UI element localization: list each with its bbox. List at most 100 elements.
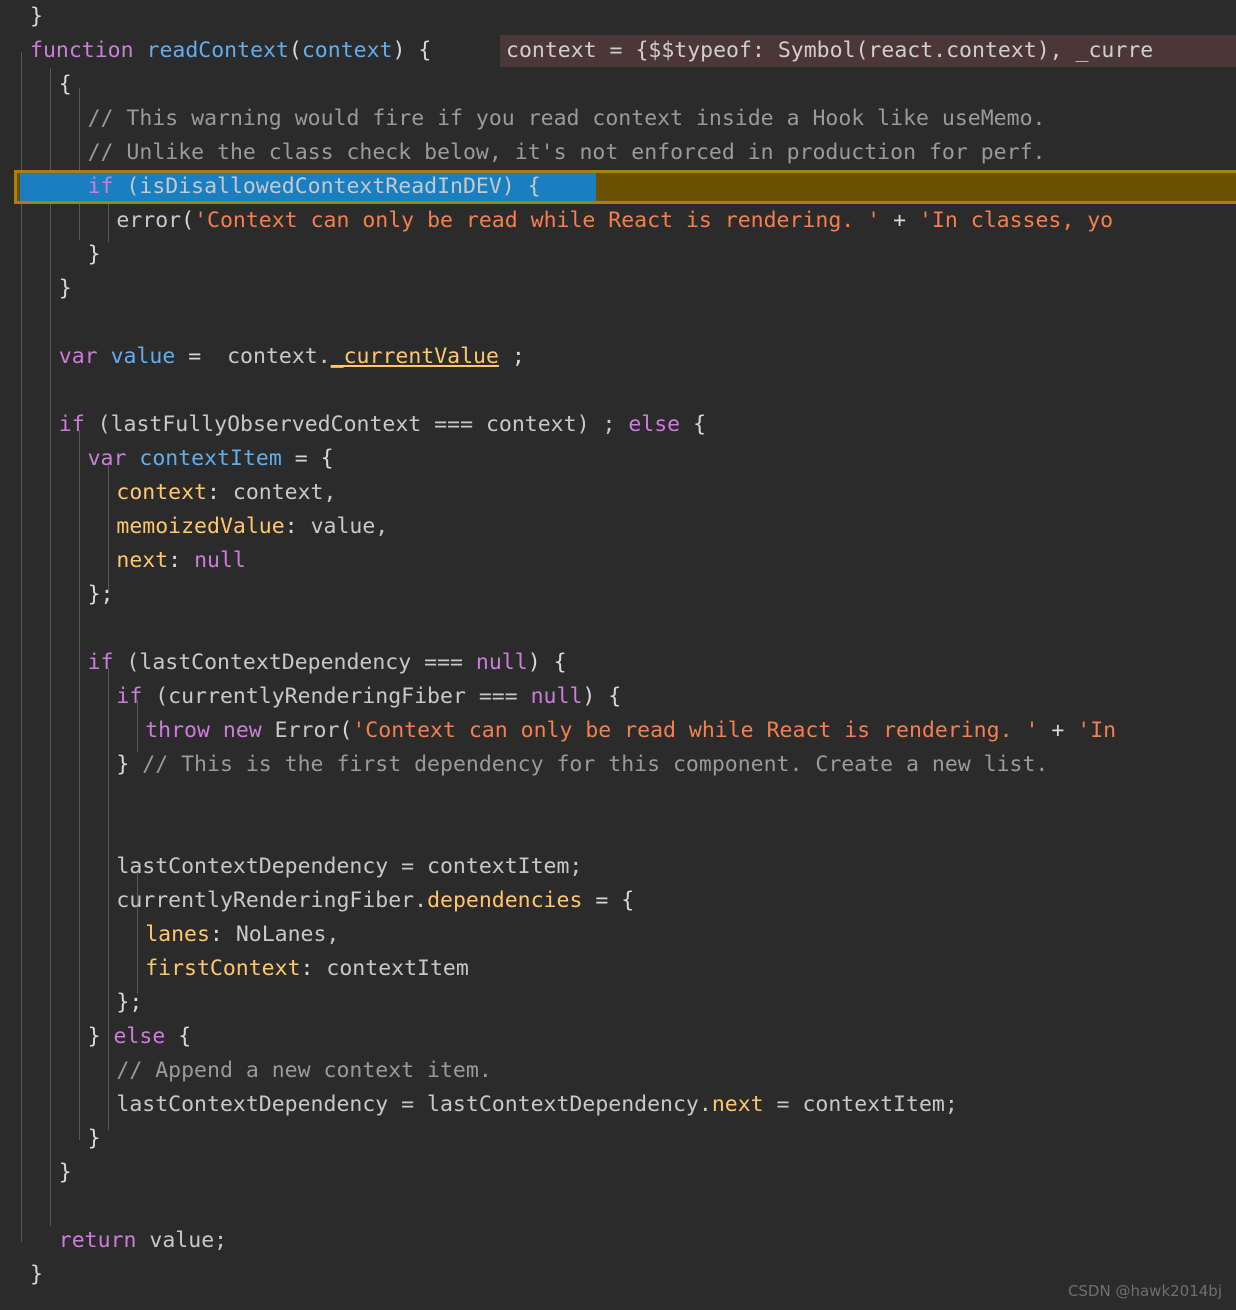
code-line[interactable]: if (isDisallowedContextReadInDEV) { bbox=[0, 170, 1236, 204]
code-token: context, bbox=[232, 480, 337, 505]
code-token: } bbox=[30, 1262, 43, 1287]
code-content[interactable]: } function readContext(context) {{// This… bbox=[0, 0, 1236, 1310]
code-token: next bbox=[116, 548, 169, 573]
code-line[interactable] bbox=[0, 612, 1236, 646]
code-token: } bbox=[87, 1024, 114, 1049]
code-token: (currentlyRenderingFiber === bbox=[142, 684, 531, 709]
code-token: 'Context can only be read while React is… bbox=[352, 718, 1039, 743]
code-token: value; bbox=[149, 1228, 228, 1253]
code-line[interactable]: { bbox=[0, 68, 1236, 102]
code-line[interactable]: } bbox=[0, 1156, 1236, 1190]
code-line[interactable]: if (lastContextDependency === null) { bbox=[0, 646, 1236, 680]
code-token: NoLanes, bbox=[235, 922, 340, 947]
code-line[interactable]: } else { bbox=[0, 1020, 1236, 1054]
code-line[interactable]: }; bbox=[0, 986, 1236, 1020]
code-token: contextItem bbox=[139, 446, 282, 471]
code-token: else bbox=[113, 1024, 166, 1049]
code-token: + bbox=[1038, 718, 1078, 743]
code-token: currentlyRenderingFiber. bbox=[116, 888, 428, 913]
code-token: value, bbox=[310, 514, 389, 539]
code-token: 'Context can only be read while React is… bbox=[194, 208, 881, 233]
code-token: } bbox=[30, 4, 43, 29]
code-token: error bbox=[116, 208, 182, 233]
code-token: 'In classes, yo bbox=[918, 208, 1114, 233]
code-token: null bbox=[530, 684, 583, 709]
code-line[interactable]: lastContextDependency = contextItem; bbox=[0, 850, 1236, 884]
code-line[interactable] bbox=[0, 816, 1236, 850]
code-token: lanes bbox=[145, 922, 210, 947]
code-token: readContext bbox=[146, 38, 289, 63]
code-line[interactable]: firstContext: contextItem bbox=[0, 952, 1236, 986]
code-line[interactable]: lanes: NoLanes, bbox=[0, 918, 1236, 952]
code-line[interactable]: error('Context can only be read while Re… bbox=[0, 204, 1236, 238]
code-token: firstContext bbox=[145, 956, 301, 981]
code-token: 'In bbox=[1077, 718, 1117, 743]
code-token: = { bbox=[281, 446, 334, 471]
code-line[interactable]: memoizedValue: value, bbox=[0, 510, 1236, 544]
code-token: { bbox=[58, 72, 72, 97]
code-line[interactable] bbox=[0, 782, 1236, 816]
code-line[interactable]: } bbox=[0, 1122, 1236, 1156]
code-token: ) { bbox=[582, 684, 622, 709]
code-token: return bbox=[58, 1228, 137, 1253]
code-token: + bbox=[880, 208, 919, 233]
code-token: : bbox=[284, 514, 311, 539]
code-line[interactable]: // Append a new context item. bbox=[0, 1054, 1236, 1088]
code-token: // Unlike the class check below, it's no… bbox=[87, 140, 1046, 165]
code-line[interactable]: } bbox=[0, 272, 1236, 306]
code-line[interactable]: } bbox=[0, 0, 1236, 34]
code-token: }; bbox=[87, 582, 114, 607]
code-line[interactable]: context: context, bbox=[0, 476, 1236, 510]
code-token: } bbox=[87, 1126, 101, 1151]
code-line[interactable]: var value = context._currentValue ; bbox=[0, 340, 1236, 374]
code-token: // This is the first dependency for this… bbox=[142, 752, 1049, 777]
code-token: context bbox=[116, 480, 207, 505]
code-line[interactable]: }; bbox=[0, 578, 1236, 612]
code-token: (lastContextDependency === bbox=[113, 650, 476, 675]
code-token: { bbox=[680, 412, 707, 437]
code-line[interactable]: // This warning would fire if you read c… bbox=[0, 102, 1236, 136]
code-line[interactable]: if (currentlyRenderingFiber === null) { bbox=[0, 680, 1236, 714]
code-line[interactable] bbox=[0, 374, 1236, 408]
code-line[interactable]: } bbox=[0, 238, 1236, 272]
code-line[interactable]: // Unlike the class check below, it's no… bbox=[0, 136, 1236, 170]
code-token: : bbox=[209, 922, 236, 947]
code-token: memoizedValue bbox=[116, 514, 285, 539]
code-token: if bbox=[58, 412, 85, 437]
code-token: = contextItem; bbox=[763, 1092, 958, 1117]
code-token: ) { bbox=[527, 650, 567, 675]
code-line[interactable]: } bbox=[0, 1258, 1236, 1292]
code-line[interactable]: } // This is the first dependency for th… bbox=[0, 748, 1236, 782]
code-token: if bbox=[87, 650, 114, 675]
code-token: } bbox=[87, 242, 101, 267]
code-token: }; bbox=[116, 990, 143, 1015]
code-token: ) { bbox=[392, 38, 432, 63]
code-line[interactable]: return value; bbox=[0, 1224, 1236, 1258]
code-token: var bbox=[58, 344, 98, 369]
code-line[interactable] bbox=[0, 1190, 1236, 1224]
code-line[interactable]: lastContextDependency = lastContextDepen… bbox=[0, 1088, 1236, 1122]
code-editor-viewport[interactable]: } function readContext(context) {{// This… bbox=[0, 0, 1236, 1310]
inline-debug-value-hint[interactable]: context = {$$typeof: Symbol(react.contex… bbox=[500, 35, 1236, 67]
code-token: ( bbox=[181, 208, 195, 233]
code-token: (isDisallowedContextReadInDEV) { bbox=[113, 174, 541, 199]
code-token: next bbox=[711, 1092, 764, 1117]
code-line[interactable]: next: null bbox=[0, 544, 1236, 578]
code-line[interactable] bbox=[0, 306, 1236, 340]
code-line[interactable]: var contextItem = { bbox=[0, 442, 1236, 476]
code-token: ( bbox=[288, 38, 302, 63]
code-token: // This warning would fire if you read c… bbox=[87, 106, 1046, 131]
code-token: ( bbox=[339, 718, 353, 743]
code-line[interactable]: throw new Error('Context can only be rea… bbox=[0, 714, 1236, 748]
code-token: ; bbox=[498, 344, 525, 369]
code-line[interactable]: if (lastFullyObservedContext === context… bbox=[0, 408, 1236, 442]
code-token: // Append a new context item. bbox=[116, 1058, 492, 1083]
code-line[interactable]: currentlyRenderingFiber.dependencies = { bbox=[0, 884, 1236, 918]
code-token: context. bbox=[227, 344, 331, 369]
code-token: if bbox=[87, 174, 114, 199]
